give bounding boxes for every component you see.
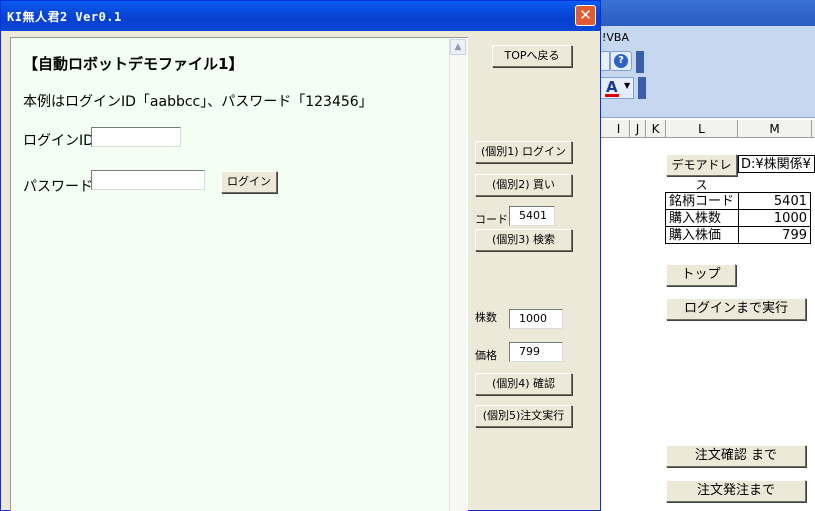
price-input[interactable]: 799: [509, 342, 563, 362]
page-heading: 【自動ロボットデモファイル1】: [23, 55, 244, 73]
scroll-up-icon[interactable]: ▲: [450, 39, 466, 55]
excel-top-button[interactable]: トップ: [666, 264, 736, 286]
demo-address-cell[interactable]: D:¥株関係¥: [738, 155, 815, 173]
excel-column-headers: I J K L M: [596, 120, 815, 138]
code-input[interactable]: 5401: [509, 206, 555, 226]
table-cell-value[interactable]: 1000: [738, 209, 811, 227]
step4-confirm-button[interactable]: (個別4) 確認: [475, 373, 572, 395]
password-label: パスワード: [23, 179, 93, 195]
step1-login-button[interactable]: (個別1) ログイン: [475, 141, 572, 163]
title-bar[interactable]: KI無人君2 Ver0.1 ✕: [1, 1, 600, 31]
excel-menu-fragment[interactable]: !VBA: [602, 31, 629, 44]
table-row: 購入株数 1000: [665, 209, 811, 227]
step5-execute-order-button[interactable]: (個別5)注文実行: [475, 405, 572, 427]
app-window: KI無人君2 Ver0.1 ✕ ▲ 【自動ロボットデモファイル1】 本例はログイ…: [0, 0, 601, 511]
font-color-icon[interactable]: A ▼: [600, 77, 634, 99]
chevron-down-icon: ▼: [624, 81, 631, 90]
column-header-k[interactable]: K: [646, 120, 666, 138]
excel-toolbar-left-button[interactable]: [600, 51, 610, 71]
password-input[interactable]: [91, 170, 205, 190]
demo-address-button[interactable]: デモアドレス: [666, 154, 737, 192]
run-until-confirm-button[interactable]: 注文確認 まで: [666, 445, 806, 467]
login-id-input[interactable]: [91, 127, 181, 147]
shares-label: 株数: [475, 311, 497, 324]
run-until-order-button[interactable]: 注文発注まで: [666, 480, 806, 502]
table-cell-label[interactable]: 銘柄コード: [665, 192, 739, 210]
toolbar-grip-2[interactable]: [638, 77, 646, 99]
run-until-login-button[interactable]: ログインまで実行: [666, 298, 806, 320]
table-cell-value[interactable]: 5401: [738, 192, 811, 210]
toolbar-grip-1[interactable]: [636, 51, 644, 73]
login-submit-button[interactable]: ログイン: [221, 171, 277, 193]
question-icon[interactable]: ?: [610, 51, 632, 71]
excel-title-bar: [596, 0, 815, 26]
column-header-l[interactable]: L: [666, 120, 738, 138]
order-info-table: 銘柄コード 5401 購入株数 1000 購入株価 799: [665, 192, 811, 244]
step2-buy-button[interactable]: (個別2) 買い: [475, 174, 572, 196]
column-header-j[interactable]: J: [630, 120, 646, 138]
column-header-m[interactable]: M: [738, 120, 812, 138]
table-row: 銘柄コード 5401: [665, 192, 811, 210]
font-color-swatch: [605, 94, 619, 97]
code-label: コード: [475, 213, 508, 226]
login-id-label: ログインID: [23, 133, 94, 149]
vertical-scrollbar[interactable]: [449, 38, 467, 511]
close-icon[interactable]: ✕: [575, 5, 596, 26]
window-title: KI無人君2 Ver0.1: [7, 10, 122, 24]
step3-search-button[interactable]: (個別3) 検索: [475, 229, 572, 251]
price-label: 価格: [475, 349, 497, 362]
shares-input[interactable]: 1000: [509, 309, 563, 329]
back-to-top-button[interactable]: TOPへ戻る: [492, 45, 572, 67]
table-cell-label[interactable]: 購入株数: [665, 209, 739, 227]
table-cell-value[interactable]: 799: [738, 226, 811, 244]
column-header-i[interactable]: I: [608, 120, 630, 138]
table-cell-label[interactable]: 購入株価: [665, 226, 739, 244]
page-description: 本例はログインID「aabbcc」、パスワード「123456」: [23, 94, 373, 110]
table-row: 購入株価 799: [665, 226, 811, 244]
